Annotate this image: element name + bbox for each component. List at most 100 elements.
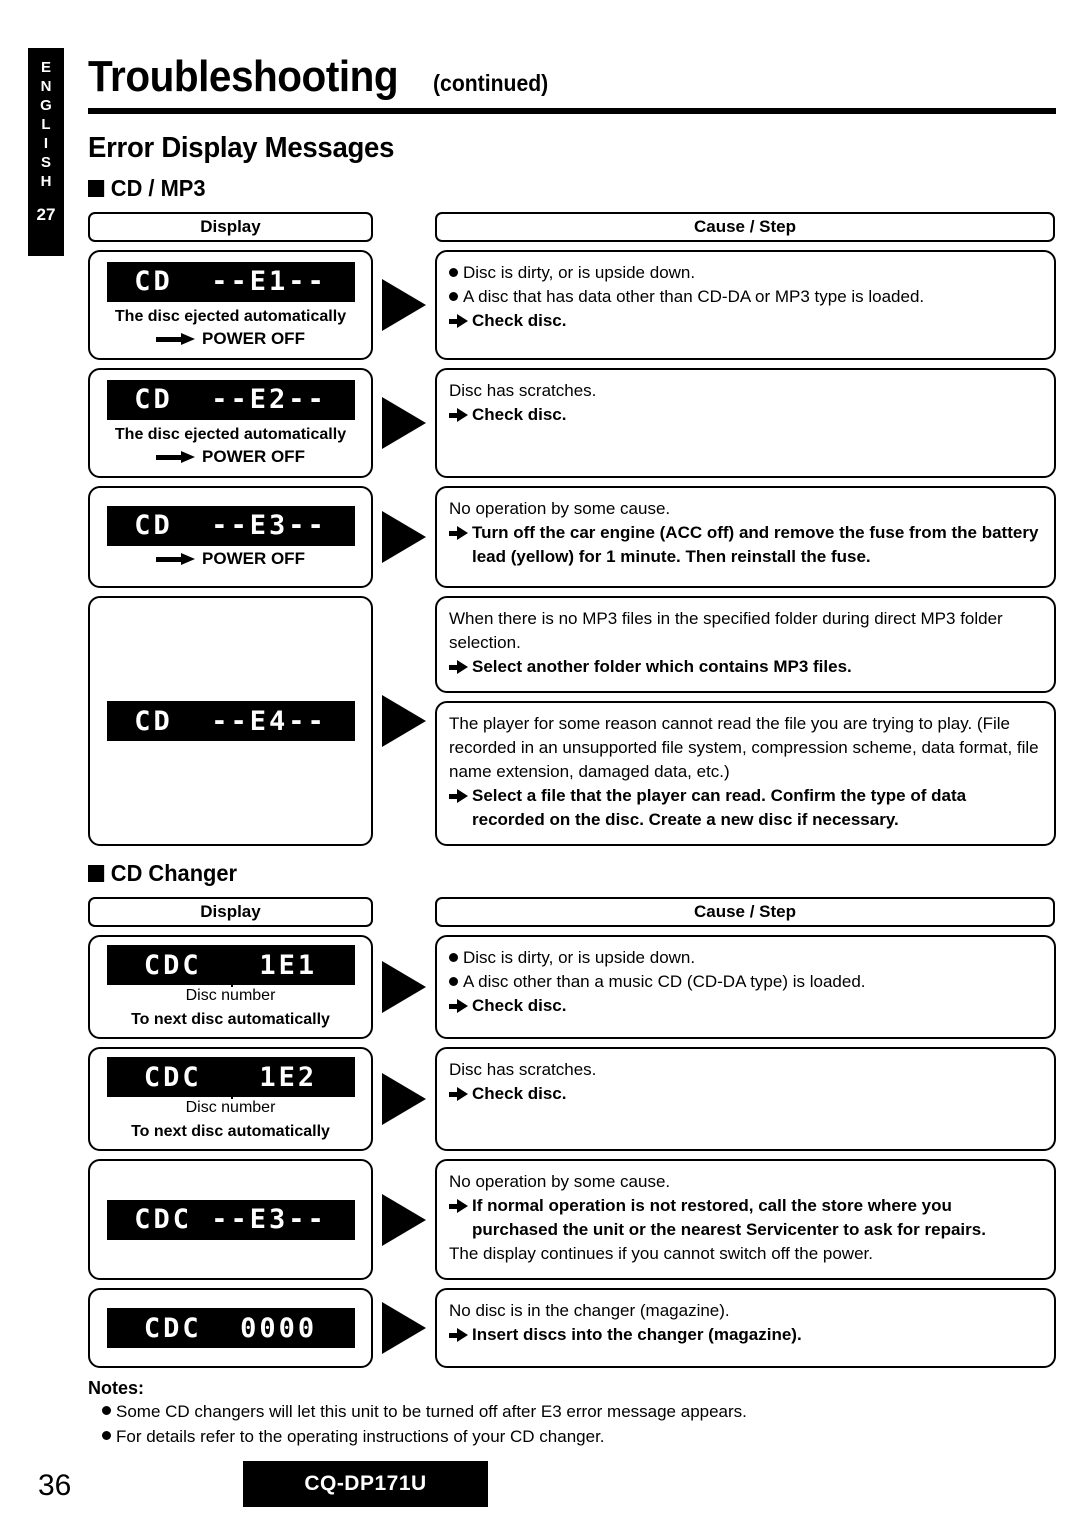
page-title-text: Troubleshooting: [88, 52, 399, 101]
triangle-arrow-icon: [382, 961, 426, 1013]
pointer-line: [230, 1090, 233, 1099]
right-arrow-icon: [449, 1327, 468, 1344]
error-row: CD --E2-- The disc ejected automatically P…: [88, 368, 1056, 478]
right-arrow-icon: [449, 1198, 468, 1215]
flow-arrow-cell: [373, 1288, 435, 1368]
cause-step-box: No operation by some cause. Turn off the …: [435, 486, 1056, 588]
note-item: For details refer to the operating instr…: [88, 1424, 1056, 1449]
note-text: For details refer to the operating instr…: [116, 1427, 605, 1446]
note-text: Some CD changers will let this unit to b…: [116, 1402, 747, 1421]
cause-step-text: Check disc.: [472, 405, 567, 424]
cause-step-text: Check disc.: [472, 996, 567, 1015]
error-rows-cd-mp3: CD --E1-- The disc ejected automatically P…: [88, 250, 1056, 846]
column-header-display: Display: [88, 212, 373, 242]
cause-step-text: Insert discs into the changer (magazine)…: [472, 1325, 802, 1344]
cause-step-line: When there is no MP3 files in the specif…: [449, 607, 1042, 655]
lcd-screen: CDC 0000: [106, 1308, 355, 1348]
power-off-line: POWER OFF: [156, 329, 305, 349]
error-rows-cd-changer: CDC 1E1 Disc number To next disc automatic…: [88, 935, 1056, 1368]
triangle-arrow-icon: [382, 695, 426, 747]
lcd-text: CD --E1--: [134, 266, 327, 297]
display-cell: CDC 1E2 Disc number To next disc automatic…: [88, 1047, 373, 1151]
lcd-screen: CD --E3--: [106, 505, 355, 546]
cause-step-text: When there is no MP3 files in the specif…: [449, 609, 1003, 652]
display-caption: The disc ejected automatically: [114, 307, 347, 325]
cause-column: Disc has scratches. Check disc.: [435, 368, 1056, 478]
subsection-heading-cd-mp3: CD / MP3: [88, 175, 1008, 202]
cause-step-text: Disc is dirty, or is upside down.: [463, 948, 696, 967]
cause-step-text: Check disc.: [472, 311, 567, 330]
right-arrow-icon: [449, 407, 468, 424]
right-arrow-icon: [449, 525, 468, 542]
subsection-heading-cd-changer: CD Changer: [88, 860, 1008, 887]
cause-step-line: Disc is dirty, or is upside down.: [449, 946, 1042, 970]
flow-arrow-cell: [373, 1047, 435, 1151]
cause-column: When there is no MP3 files in the specif…: [435, 596, 1056, 846]
long-right-arrow-icon: [156, 332, 196, 345]
cause-step-line: A disc other than a music CD (CD-DA type…: [449, 970, 1042, 994]
error-row: CD --E4-- When there is no MP3 files in t…: [88, 596, 1056, 846]
language-letter: N: [40, 78, 52, 95]
lcd-text: CDC 1E1: [143, 949, 318, 981]
column-header-display: Display: [88, 897, 373, 927]
section-number: 27: [36, 205, 56, 224]
cause-step-text: The display continues if you cannot swit…: [449, 1244, 873, 1263]
lcd-screen: CD --E1--: [106, 261, 355, 302]
bullet-icon: [449, 977, 458, 986]
language-letter: L: [41, 116, 51, 133]
flow-arrow-cell: [373, 935, 435, 1039]
cause-step-line: Disc is dirty, or is upside down.: [449, 261, 1042, 285]
power-off-text: POWER OFF: [202, 328, 305, 348]
error-row: CD --E1-- The disc ejected automatically P…: [88, 250, 1056, 360]
cause-step-text: The player for some reason cannot read t…: [449, 714, 1039, 781]
triangle-arrow-icon: [382, 279, 426, 331]
subsection-label: CD Changer: [110, 860, 238, 886]
cause-step-text: Check disc.: [472, 1084, 567, 1103]
cause-step-box: Disc has scratches. Check disc.: [435, 1047, 1056, 1151]
language-letter: I: [43, 135, 49, 152]
error-row: CDC 1E2 Disc number To next disc automatic…: [88, 1047, 1056, 1151]
cause-step-line: No operation by some cause.: [449, 497, 1042, 521]
error-row: CDC --E3-- No operation by some cause. If …: [88, 1159, 1056, 1280]
right-arrow-icon: [449, 998, 468, 1015]
display-cell: CD --E4--: [88, 596, 373, 846]
cause-step-box: When there is no MP3 files in the specif…: [435, 596, 1056, 693]
bullet-icon: [102, 1431, 111, 1440]
section-heading: Error Display Messages: [88, 132, 395, 164]
cause-step-box: No operation by some cause. If normal ope…: [435, 1159, 1056, 1280]
cause-column: No disc is in the changer (magazine). Ins…: [435, 1288, 1056, 1368]
long-right-arrow-icon: [156, 552, 196, 565]
disc-number-label: Disc number: [186, 1090, 275, 1117]
cause-step-line: Check disc.: [449, 1082, 1042, 1106]
column-headers-cd-mp3: Display Cause / Step: [88, 212, 1056, 242]
language-letter: S: [40, 154, 51, 171]
cause-step-text: No operation by some cause.: [449, 1172, 671, 1191]
flow-arrow-cell: [373, 1159, 435, 1280]
error-row: CDC 0000 No disc is in the changer (magaz…: [88, 1288, 1056, 1368]
bullet-icon: [449, 292, 458, 301]
display-caption: The disc ejected automatically: [114, 425, 347, 443]
display-cell: CDC --E3--: [88, 1159, 373, 1280]
cause-step-line: Insert discs into the changer (magazine)…: [449, 1323, 1042, 1347]
display-cell: CDC 0000: [88, 1288, 373, 1368]
right-arrow-icon: [449, 659, 468, 676]
power-off-line: POWER OFF: [156, 549, 305, 569]
notes-title: Notes:: [88, 1378, 145, 1398]
flow-arrow-cell: [373, 486, 435, 588]
footer-page-number: 36: [38, 1469, 72, 1502]
cause-column: No operation by some cause. Turn off the …: [435, 486, 1056, 588]
cause-step-box: Disc has scratches. Check disc.: [435, 368, 1056, 478]
cause-step-text: A disc other than a music CD (CD-DA type…: [463, 972, 866, 991]
lcd-screen: CD --E2--: [106, 379, 355, 420]
power-off-text: POWER OFF: [202, 548, 305, 568]
lcd-text: CD --E2--: [134, 384, 327, 415]
column-header-cause: Cause / Step: [435, 897, 1055, 927]
cause-column: Disc has scratches. Check disc.: [435, 1047, 1056, 1151]
triangle-arrow-icon: [382, 1073, 426, 1125]
cause-column: No operation by some cause. If normal ope…: [435, 1159, 1056, 1280]
display-cell: CD --E3-- POWER OFF: [88, 486, 373, 588]
column-headers-cd-changer: Display Cause / Step: [88, 897, 1056, 927]
triangle-arrow-icon: [382, 1302, 426, 1354]
triangle-arrow-icon: [382, 511, 426, 563]
bullet-icon: [449, 953, 458, 962]
